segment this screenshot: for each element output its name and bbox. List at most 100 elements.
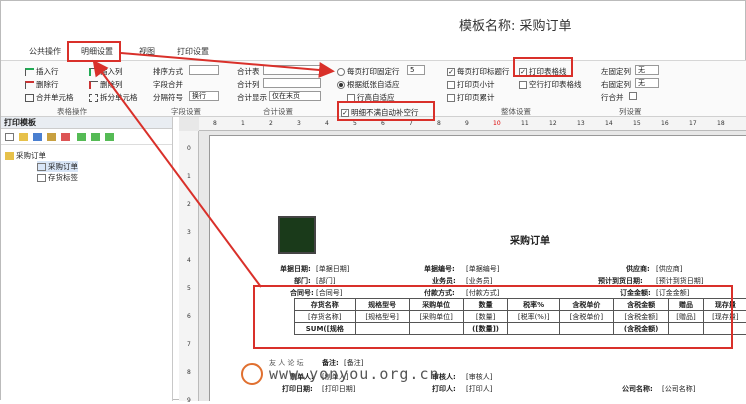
insert-row-label: 插入行 [36, 67, 59, 76]
highlight-detail-table [253, 285, 733, 349]
footer-value[interactable]: [打印日期] [322, 384, 355, 394]
ruler-tick: 8 [187, 369, 191, 376]
merge-cells-button[interactable]: 合并单元格 [25, 92, 74, 103]
tab-common-ops[interactable]: 公共操作 [29, 46, 61, 57]
ruler-tick: 8 [437, 120, 441, 127]
total-show-select[interactable]: 仅在末页 [269, 91, 321, 101]
ruler-tick: 18 [717, 120, 725, 127]
title-row-option[interactable]: ✓每页打印标题行 [447, 66, 510, 77]
title-row-checkbox[interactable]: ✓ [447, 68, 455, 76]
blank-grid-checkbox[interactable] [519, 81, 527, 89]
total-table-label: 合计表 [237, 66, 260, 77]
right-fixed-select[interactable]: 无 [635, 78, 659, 88]
total-col-select[interactable] [263, 78, 321, 88]
footer-value[interactable]: [审核人] [466, 372, 492, 382]
group-label-col-settings: 列设置 [619, 106, 642, 117]
left-fixed-select[interactable]: 无 [635, 65, 659, 75]
fixed-rows-radio[interactable] [337, 68, 345, 76]
tree-item-label: 存货标签 [48, 173, 78, 182]
footer-label[interactable]: 公司名称: [622, 384, 653, 394]
group-sep-label: 分隔符号 [153, 92, 183, 103]
ruler-tick: 14 [605, 120, 613, 127]
ruler-tick: 1 [187, 173, 191, 180]
blank-grid-option[interactable]: 空行打印表格线 [519, 79, 582, 90]
insert-col-button[interactable]: 插入列 [89, 66, 123, 77]
group-label-total-settings: 合计设置 [263, 106, 293, 117]
sort-select[interactable] [189, 65, 219, 75]
delete-col-icon [89, 81, 98, 89]
right-fixed-label: 右固定列 [601, 79, 631, 90]
ruler-tick: 6 [187, 313, 191, 320]
tree-item-label: 采购订单 [48, 162, 78, 171]
document-icon [37, 163, 46, 171]
ruler-tick: 8 [213, 120, 217, 127]
subtotal-checkbox[interactable] [447, 81, 455, 89]
title-bar: 模板名称: 采购订单 [1, 1, 746, 43]
ruler-tick: 13 [577, 120, 585, 127]
subtotal-label: 打印页小计 [457, 80, 495, 89]
document-icon [37, 174, 46, 182]
title-row-label: 每页打印标题行 [457, 67, 510, 76]
folder-icon [5, 152, 14, 160]
adapt-paper-option[interactable]: 根据纸张自适应 [337, 79, 400, 90]
save-icon[interactable] [33, 133, 42, 141]
field-value[interactable]: [单据编号] [466, 264, 499, 274]
ruler-tick: 3 [297, 120, 301, 127]
logo-image[interactable] [278, 216, 316, 254]
open-icon[interactable] [19, 133, 28, 141]
tree-item-inventory-label[interactable]: 存货标签 [37, 172, 78, 183]
delete-col-button[interactable]: 删除列 [89, 79, 123, 90]
tree-folder-purchase-order[interactable]: 采购订单 [5, 150, 46, 161]
delete-row-button[interactable]: 删除行 [25, 79, 59, 90]
tab-view[interactable]: 视图 [139, 46, 155, 57]
field-label[interactable]: 单据编号: [424, 264, 455, 274]
copy-icon[interactable] [47, 133, 56, 141]
fixed-rows-option[interactable]: 每页打印固定行 [337, 66, 400, 77]
merge-checkbox[interactable] [629, 92, 637, 100]
field-label[interactable]: 单据日期: [280, 264, 311, 274]
footer-label[interactable]: 打印日期: [282, 384, 313, 394]
fixed-rows-input[interactable]: 5 [407, 65, 425, 75]
tab-print-settings[interactable]: 打印设置 [177, 46, 209, 57]
sort-label: 排序方式 [153, 66, 183, 77]
horizontal-ruler: 8123456789101112131415161718 [199, 117, 746, 131]
total-table-select[interactable] [263, 65, 321, 75]
ruler-tick: 2 [269, 120, 273, 127]
total-col-label: 合计列 [237, 79, 260, 90]
import-icon[interactable] [77, 133, 86, 141]
ruler-tick: 11 [521, 120, 529, 127]
doc-title[interactable]: 采购订单 [510, 232, 550, 247]
watermark-url: www.yonyou.org.cn [269, 365, 440, 383]
field-value[interactable]: [供应商] [656, 264, 682, 274]
cumulative-option[interactable]: 打印页累计 [447, 92, 495, 103]
export-icon[interactable] [91, 133, 100, 141]
new-icon[interactable] [5, 133, 14, 141]
delete-icon[interactable] [61, 133, 70, 141]
adapt-paper-label: 根据纸张自适应 [347, 80, 400, 89]
tree-item-purchase-order[interactable]: 采购订单 [37, 161, 78, 172]
highlight-fill-blank [337, 101, 435, 121]
footer-label[interactable]: 打印人: [432, 384, 456, 394]
left-fixed-label: 左固定列 [601, 66, 631, 77]
highlight-detail-tab [67, 41, 121, 62]
template-toolbar [1, 129, 172, 145]
footer-value[interactable]: [打印人] [466, 384, 492, 394]
adapt-paper-radio[interactable] [337, 81, 345, 89]
refresh-icon[interactable] [105, 133, 114, 141]
footer-value[interactable]: [公司名称] [662, 384, 695, 394]
subtotal-option[interactable]: 打印页小计 [447, 79, 495, 90]
watermark-logo [241, 363, 263, 385]
ruler-tick: 4 [325, 120, 329, 127]
design-canvas[interactable]: 8123456789101112131415161718 0123456789 … [179, 117, 746, 401]
group-sep-select[interactable]: 换行 [189, 91, 219, 101]
group-label-page-settings: 整体设置 [501, 106, 531, 117]
split-cells-button[interactable]: 拆分单元格 [89, 92, 138, 103]
field-label[interactable]: 供应商: [626, 264, 650, 274]
ruler-tick: 2 [187, 201, 191, 208]
field-merge-label: 字段合并 [153, 79, 183, 90]
ruler-tick: 7 [409, 120, 413, 127]
cumulative-label: 打印页累计 [457, 93, 495, 102]
field-value[interactable]: [单据日期] [316, 264, 349, 274]
insert-row-button[interactable]: 插入行 [25, 66, 59, 77]
cumulative-checkbox[interactable] [447, 94, 455, 102]
